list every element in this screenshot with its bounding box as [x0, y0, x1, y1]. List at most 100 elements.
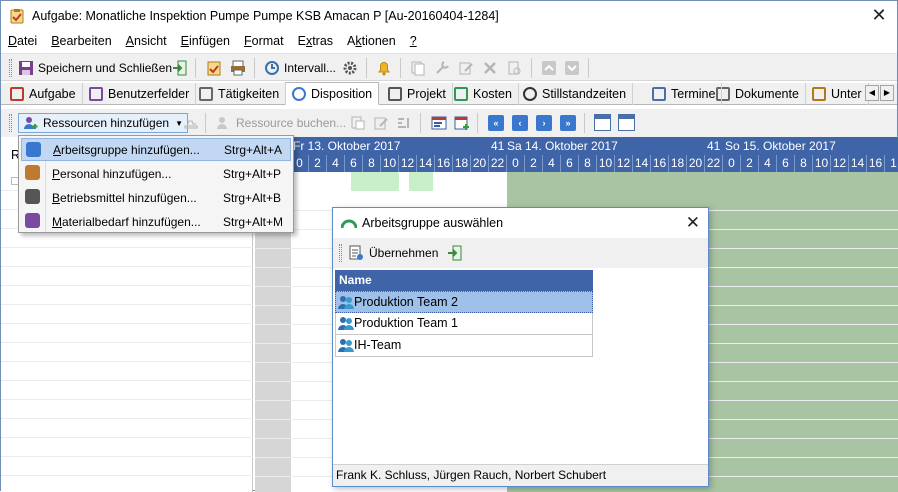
dialog-close-button[interactable]: ✕ — [686, 213, 700, 233]
checklist-icon[interactable] — [206, 60, 222, 76]
window-close-button[interactable]: ✕ — [869, 5, 889, 25]
week-number: 41 — [707, 139, 721, 153]
calendar-icon — [652, 87, 666, 101]
workgroup-row[interactable]: Produktion Team 2 — [335, 291, 593, 313]
menu-ansicht[interactable]: Ansicht — [119, 31, 174, 51]
clock-icon — [523, 87, 537, 101]
tab-unter[interactable]: Unter — [806, 83, 869, 105]
interval-button[interactable]: Intervall... — [264, 58, 336, 78]
add-resources-label: Ressourcen hinzufügen — [43, 116, 170, 130]
bell-icon[interactable] — [376, 60, 392, 76]
settings-gear-icon[interactable] — [342, 60, 358, 76]
hour-label: 6 — [777, 155, 795, 172]
toolbar-grip[interactable] — [339, 244, 342, 262]
menu-item-material[interactable]: Materialbedarf hinzufügen... Strg+Alt+M — [21, 210, 291, 233]
hour-label: 2 — [309, 155, 327, 172]
menu-item-equipment[interactable]: Betriebsmittel hinzufügen... Strg+Alt+B — [21, 186, 291, 209]
working-hours-highlight — [351, 172, 399, 191]
exit-icon[interactable] — [172, 60, 188, 76]
workgroup-row[interactable]: Produktion Team 1 — [335, 313, 593, 335]
name-column-header[interactable]: Name — [335, 270, 593, 291]
previous-page-button[interactable]: ‹ — [512, 115, 528, 131]
tab-label: Tätigkeiten — [218, 87, 280, 101]
save-icon — [19, 61, 33, 75]
calendar-week-icon[interactable] — [594, 114, 611, 131]
tab-label: Stillstandzeiten — [542, 87, 627, 101]
menu-item-shortcut: Strg+Alt+M — [223, 214, 284, 229]
hour-label: 14 — [849, 155, 867, 172]
tab-kosten[interactable]: Kosten — [448, 83, 519, 105]
menu-item-person[interactable]: Personal hinzufügen... Strg+Alt+P — [21, 162, 291, 185]
tab-stillstandzeiten[interactable]: Stillstandzeiten — [517, 83, 634, 105]
workgroup-icon — [26, 142, 41, 157]
hour-label: 0 — [723, 155, 741, 172]
weekend-sunday-area — [723, 172, 898, 492]
hour-label: 14 — [417, 155, 435, 172]
first-page-button[interactable]: « — [488, 115, 504, 131]
print-icon[interactable] — [230, 60, 246, 76]
menu-help[interactable]: ? — [403, 31, 424, 51]
tab-scroll-right-button[interactable]: ▶ — [880, 85, 894, 101]
tab-scroll-left-button[interactable]: ◀ — [865, 85, 879, 101]
hour-label: 22 — [705, 155, 723, 172]
grid-row-line — [1, 342, 253, 343]
tab-label: Benutzerfelder — [108, 87, 190, 101]
equipment-icon — [25, 189, 40, 204]
calendar-month-icon[interactable] — [618, 114, 635, 131]
menu-item-shortcut: Strg+Alt+P — [223, 166, 282, 181]
hour-label: 8 — [363, 155, 381, 172]
gantt-view-icon[interactable] — [431, 115, 447, 131]
hour-label: 20 — [687, 155, 705, 172]
hour-label: 16 — [651, 155, 669, 172]
sort-disabled-icon — [398, 118, 409, 128]
hour-label: 12 — [615, 155, 633, 172]
tab-disposition[interactable]: Disposition — [285, 82, 380, 105]
save-close-button[interactable]: Speichern und Schließen — [18, 58, 172, 78]
gantt-add-icon[interactable] — [454, 115, 470, 131]
menu-format[interactable]: Format — [237, 31, 291, 51]
last-page-button[interactable]: » — [560, 115, 576, 131]
tab-projekt[interactable]: Projekt — [382, 83, 453, 105]
workgroup-name: Produktion Team 1 — [354, 316, 458, 330]
hour-label: 22 — [489, 155, 507, 172]
workgroup-row[interactable]: IH-Team — [335, 335, 593, 357]
hour-label: 12 — [831, 155, 849, 172]
hour-label: 10 — [597, 155, 615, 172]
workgroup-name: IH-Team — [354, 338, 402, 352]
menu-extras[interactable]: Extras — [291, 31, 340, 51]
menu-datei[interactable]: Datei — [1, 31, 44, 51]
select-workgroup-dialog: Arbeitsgruppe auswählen ✕ Übernehmen Nam… — [332, 207, 709, 487]
menu-aktionen[interactable]: Aktionen — [340, 31, 403, 51]
hour-label: 18 — [669, 155, 687, 172]
grid-row-line — [1, 380, 253, 381]
tab-benutzerfelder[interactable]: Benutzerfelder — [83, 83, 197, 105]
working-hours-highlight — [409, 172, 433, 191]
workgroup-name: Produktion Team 2 — [354, 295, 458, 309]
tab-label: Aufgabe — [29, 87, 76, 101]
hour-label: 18 — [453, 155, 471, 172]
grid-row-line — [1, 437, 253, 438]
tab-termine[interactable]: Termine — [646, 83, 723, 105]
menu-einfügen[interactable]: Einfügen — [174, 31, 237, 51]
hour-label: 6 — [561, 155, 579, 172]
menu-item-workgroup[interactable]: Arbeitsgruppe hinzufügen... Strg+Alt+A — [21, 138, 291, 161]
grid-row-line — [1, 323, 253, 324]
apply-label: Übernehmen — [369, 246, 439, 260]
workgroup-icon — [338, 294, 354, 310]
dialog-title: Arbeitsgruppe auswählen — [362, 216, 504, 230]
link-disabled-icon — [508, 61, 521, 75]
tab-dokumente[interactable]: Dokumente — [710, 83, 806, 105]
tab-aufgabe[interactable]: Aufgabe — [4, 83, 83, 105]
toolbar-grip[interactable] — [9, 114, 12, 132]
tab-tätigkeiten[interactable]: Tätigkeiten — [193, 83, 287, 105]
exit-icon[interactable] — [447, 245, 463, 261]
people-icon — [292, 86, 306, 101]
next-page-button[interactable]: › — [536, 115, 552, 131]
up-arrow-disabled-icon — [542, 61, 556, 75]
book-resource-label: Ressource buchen... — [236, 116, 347, 130]
add-resources-dropdown[interactable]: Ressourcen hinzufügen ▼ — [18, 113, 189, 133]
menu-bearbeiten[interactable]: Bearbeiten — [44, 31, 118, 51]
toolbar-grip[interactable] — [9, 59, 12, 77]
tab-label: Termine — [671, 87, 716, 101]
apply-button[interactable]: Übernehmen — [348, 243, 438, 263]
